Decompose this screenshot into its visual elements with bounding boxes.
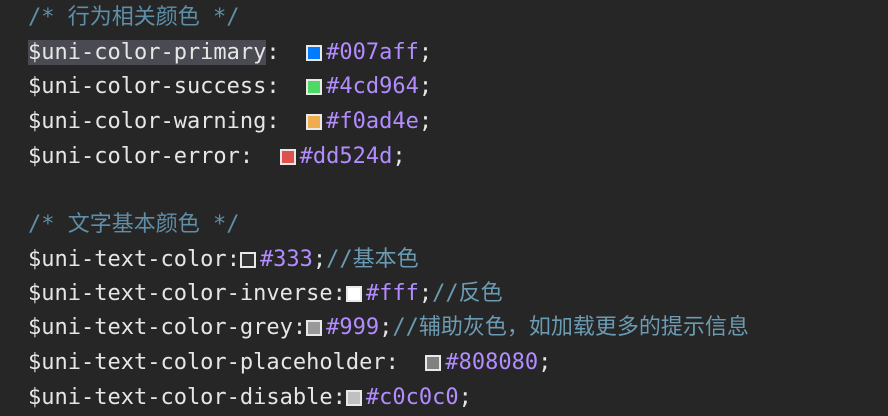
variable-name: $uni-color-success: [28, 74, 267, 99]
separator: :: [266, 74, 307, 99]
code-line-color-warning[interactable]: $uni-color-warning: #f0ad4e;: [28, 105, 432, 139]
separator: :: [266, 40, 307, 65]
semicolon: ;: [392, 144, 406, 169]
variable-name: $uni-text-color-placeholder: [28, 350, 386, 375]
color-value: #999: [326, 315, 380, 340]
variable-name: $uni-text-color-inverse: [28, 281, 333, 306]
separator: :: [226, 247, 240, 272]
separator: :: [332, 385, 346, 410]
inline-comment: //基本色: [326, 247, 419, 272]
variable-name: $uni-text-color: [28, 247, 227, 272]
semicolon: ;: [418, 40, 433, 65]
comment-behavior-colors: /* 行为相关颜色 */: [28, 5, 240, 30]
code-line-text-color-placeholder[interactable]: $uni-text-color-placeholder: #808080;: [28, 346, 551, 380]
color-value: #007aff: [326, 40, 419, 65]
inline-comment: //辅助灰色，如加载更多的提示信息: [392, 315, 749, 340]
color-swatch-icon[interactable]: [345, 390, 362, 406]
inline-comment: //反色: [432, 281, 503, 306]
variable-name: $uni-text-color-grey: [28, 315, 293, 340]
semicolon: ;: [418, 74, 433, 99]
separator: :: [385, 350, 426, 375]
color-swatch-icon[interactable]: [306, 79, 323, 95]
color-value: #808080: [445, 350, 539, 375]
color-value: #f0ad4e: [326, 109, 419, 134]
separator: :: [332, 281, 346, 306]
semicolon: ;: [379, 315, 393, 340]
code-line-text-color-disable[interactable]: $uni-text-color-disable: #c0c0c0;: [28, 381, 472, 415]
color-value: #c0c0c0: [365, 385, 459, 410]
variable-name: $uni-color-primary: [28, 40, 267, 65]
variable-name: $uni-text-color-disable: [28, 385, 333, 410]
color-value: #fff: [365, 281, 419, 306]
color-swatch-icon[interactable]: [306, 320, 323, 336]
color-swatch-icon[interactable]: [345, 286, 362, 302]
semicolon: ;: [312, 247, 327, 272]
separator: :: [292, 315, 307, 340]
semicolon: ;: [538, 350, 552, 375]
color-value: #333: [259, 247, 313, 272]
code-line-text-color-inverse[interactable]: $uni-text-color-inverse: #fff;//反色: [28, 277, 503, 311]
color-swatch-icon[interactable]: [306, 45, 323, 61]
comment-text-colors: /* 文字基本颜色 */: [28, 212, 240, 237]
color-swatch-icon[interactable]: [425, 355, 442, 371]
semicolon: ;: [418, 109, 433, 134]
color-swatch-icon[interactable]: [279, 149, 296, 165]
code-line-text-color-grey[interactable]: $uni-text-color-grey: #999;//辅助灰色，如加载更多的提…: [28, 311, 749, 345]
semicolon: ;: [458, 385, 472, 410]
separator: :: [239, 144, 280, 169]
variable-name: $uni-color-error: [28, 144, 240, 169]
color-swatch-icon[interactable]: [306, 114, 323, 130]
code-line-text-color[interactable]: $uni-text-color: #333;//基本色: [28, 243, 419, 277]
color-swatch-icon[interactable]: [239, 252, 256, 268]
code-line-color-success[interactable]: $uni-color-success: #4cd964;: [28, 70, 432, 104]
color-value: #dd524d: [299, 144, 393, 169]
color-value: #4cd964: [326, 74, 419, 99]
semicolon: ;: [418, 281, 433, 306]
code-line-color-error[interactable]: $uni-color-error: #dd524d;: [28, 140, 406, 174]
variable-name: $uni-color-warning: [28, 109, 267, 134]
code-editor[interactable]: /* 行为相关颜色 */ $uni-color-primary: #007aff…: [0, 0, 888, 416]
separator: :: [266, 109, 307, 134]
code-line-color-primary[interactable]: $uni-color-primary: #007aff;: [28, 36, 432, 70]
